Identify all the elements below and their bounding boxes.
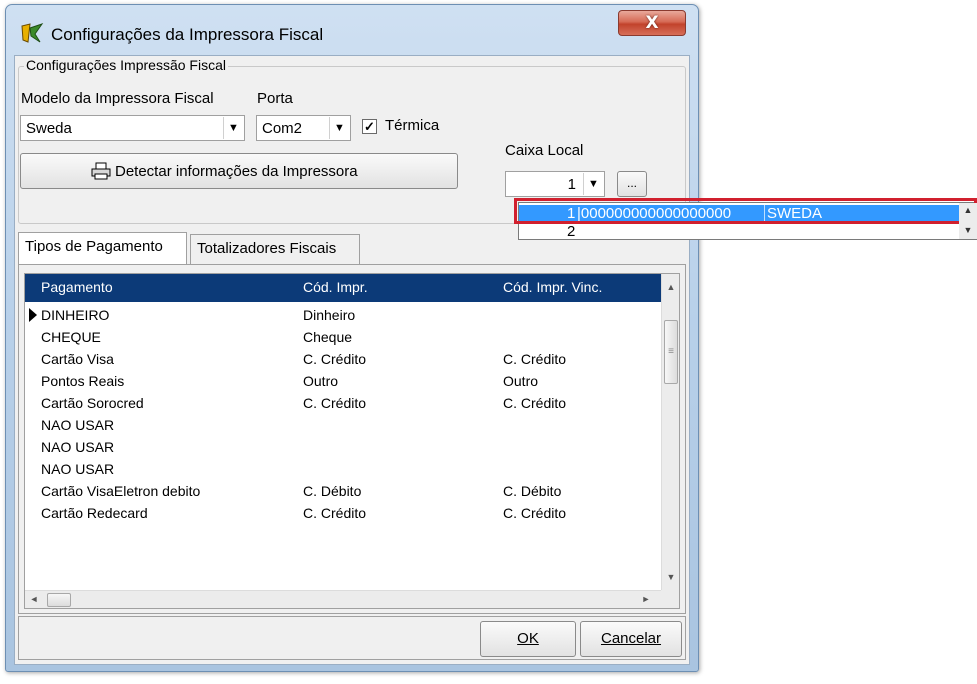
highlight-annotation-box [514, 198, 977, 224]
dropdown-option-2[interactable]: 2 [519, 223, 977, 241]
browse-button[interactable]: ... [617, 171, 647, 197]
horizontal-scrollbar[interactable]: ◄ ► [25, 590, 661, 608]
caixa-local-value: 1 [567, 176, 576, 193]
cell-pagamento: DINHEIRO [41, 307, 110, 323]
table-row[interactable]: Cartão VisaEletron debito C. Débito C. D… [25, 480, 661, 502]
current-row-indicator-icon [29, 308, 37, 322]
detect-printer-button[interactable]: Detectar informações da Impressora [20, 153, 458, 189]
cell-cod-impr-vinc: Outro [503, 373, 539, 389]
modelo-select[interactable]: Sweda ▼ [20, 115, 245, 141]
table-row[interactable]: Cartão Visa C. Crédito C. Crédito [25, 348, 661, 370]
modelo-label: Modelo da Impressora Fiscal [21, 90, 214, 107]
tab-totalizadores-fiscais[interactable]: Totalizadores Fiscais [190, 234, 360, 264]
scroll-down-icon[interactable]: ▼ [662, 572, 679, 582]
bottom-button-bar: OK Cancelar [18, 616, 686, 660]
cell-cod-impr: Dinheiro [303, 307, 356, 323]
table-row[interactable]: NAO USAR [25, 458, 661, 480]
scroll-right-icon[interactable]: ► [637, 594, 655, 604]
scroll-up-icon[interactable]: ▲ [662, 282, 679, 292]
scroll-left-icon[interactable]: ◄ [25, 594, 43, 604]
cell-pagamento: CHEQUE [41, 329, 101, 345]
cell-pagamento: Cartão Sorocred [41, 395, 144, 411]
cell-pagamento: Pontos Reais [41, 373, 125, 389]
group-legend: Configurações Impressão Fiscal [24, 57, 228, 73]
scroll-down-icon[interactable]: ▼ [959, 225, 977, 235]
scroll-up-icon[interactable]: ▲ [959, 205, 977, 215]
chevron-down-icon[interactable]: ▼ [329, 117, 349, 139]
ok-button[interactable]: OK [480, 621, 576, 657]
scroll-thumb[interactable]: ≡ [664, 320, 678, 384]
porta-label: Porta [257, 90, 293, 107]
cell-pagamento: Cartão Redecard [41, 505, 148, 521]
payment-grid: Pagamento Cód. Impr. Cód. Impr. Vinc. DI… [24, 273, 680, 609]
modelo-value: Sweda [26, 120, 72, 137]
cancel-button[interactable]: Cancelar [580, 621, 682, 657]
close-button[interactable]: X [618, 10, 686, 36]
caixa-local-select[interactable]: 1 ▼ [505, 171, 605, 197]
tab-panel: Pagamento Cód. Impr. Cód. Impr. Vinc. DI… [18, 264, 686, 614]
cell-cod-impr-vinc: C. Crédito [503, 395, 567, 411]
table-row[interactable]: NAO USAR [25, 414, 661, 436]
cell-cod-impr-vinc: C. Crédito [503, 505, 567, 521]
cell-cod-impr: Outro [303, 373, 339, 389]
dropdown-scrollbar[interactable]: ▲ ▼ [959, 203, 977, 239]
table-row[interactable]: CHEQUE Cheque [25, 326, 661, 348]
dialog-window: Configurações da Impressora Fiscal X Con… [5, 4, 699, 672]
vertical-scrollbar[interactable]: ▲ ≡ ▼ [661, 274, 679, 590]
cell-cod-impr: Cheque [303, 329, 353, 345]
column-header-pagamento[interactable]: Pagamento [41, 279, 113, 295]
scroll-corner [661, 590, 679, 608]
column-header-cod-impr[interactable]: Cód. Impr. [303, 279, 368, 295]
cell-cod-impr: C. Crédito [303, 395, 367, 411]
cell-pagamento: NAO USAR [41, 461, 115, 477]
table-row[interactable]: NAO USAR [25, 436, 661, 458]
table-row[interactable]: Pontos Reais Outro Outro [25, 370, 661, 392]
column-header-cod-impr-vinc[interactable]: Cód. Impr. Vinc. [503, 279, 602, 295]
app-icon [21, 23, 44, 43]
hscroll-thumb[interactable] [47, 593, 71, 607]
grid-header: Pagamento Cód. Impr. Cód. Impr. Vinc. [25, 274, 661, 302]
termica-label: Térmica [385, 117, 440, 134]
cell-cod-impr-vinc: C. Débito [503, 483, 562, 499]
cell-pagamento: NAO USAR [41, 417, 115, 433]
printer-icon [91, 162, 111, 180]
option-number: 2 [567, 223, 576, 240]
cell-cod-impr: C. Débito [303, 483, 362, 499]
window-title: Configurações da Impressora Fiscal [51, 25, 324, 44]
cell-pagamento: Cartão VisaEletron debito [41, 483, 201, 499]
detect-button-label: Detectar informações da Impressora [115, 163, 358, 180]
table-row[interactable]: Cartão Redecard C. Crédito C. Crédito [25, 502, 661, 524]
cell-pagamento: Cartão Visa [41, 351, 114, 367]
table-row[interactable]: Cartão Sorocred C. Crédito C. Crédito [25, 392, 661, 414]
dialog-body: Configurações Impressão Fiscal Modelo da… [14, 55, 690, 665]
porta-select[interactable]: Com2 ▼ [256, 115, 351, 141]
chevron-down-icon[interactable]: ▼ [583, 173, 603, 195]
title-bar[interactable]: Configurações da Impressora Fiscal X [6, 5, 698, 55]
cell-cod-impr: C. Crédito [303, 351, 367, 367]
chevron-down-icon[interactable]: ▼ [223, 117, 243, 139]
table-row[interactable]: DINHEIRO Dinheiro [25, 304, 661, 326]
cell-cod-impr-vinc: C. Crédito [503, 351, 567, 367]
cell-cod-impr: C. Crédito [303, 505, 367, 521]
caixa-local-label: Caixa Local [505, 142, 584, 159]
termica-checkbox[interactable]: ✓ [362, 119, 377, 134]
cell-pagamento: NAO USAR [41, 439, 115, 455]
porta-value: Com2 [262, 120, 303, 137]
tab-tipos-de-pagamento[interactable]: Tipos de Pagamento [18, 232, 187, 264]
